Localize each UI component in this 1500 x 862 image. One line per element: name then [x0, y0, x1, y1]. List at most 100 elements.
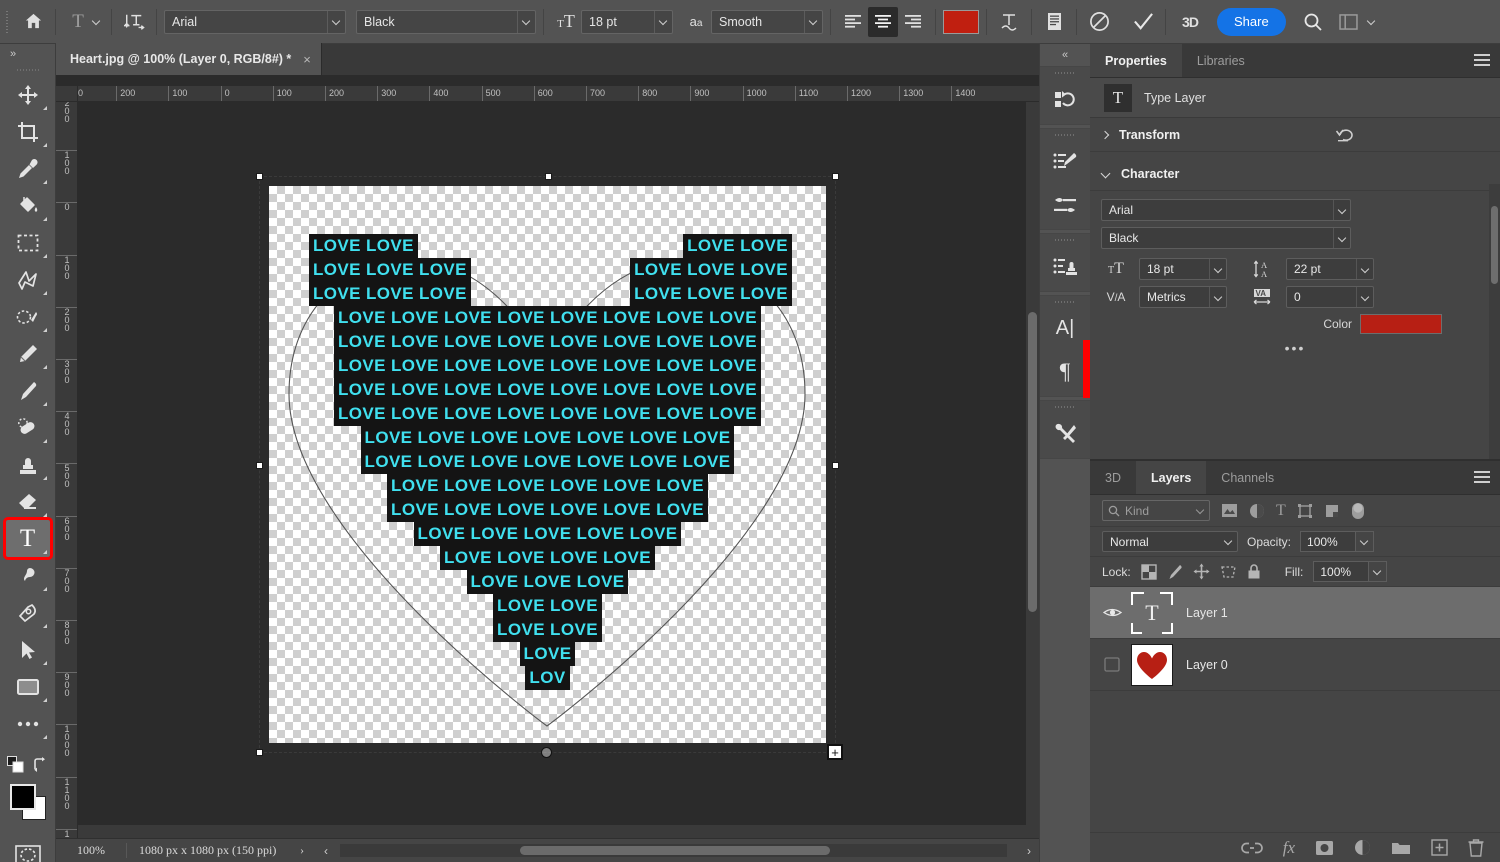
character-font-style-select[interactable]: Black	[1101, 227, 1351, 249]
chevron-down-icon[interactable]	[1333, 228, 1350, 248]
delete-layer-icon[interactable]	[1468, 838, 1484, 857]
lasso-tool[interactable]	[6, 261, 50, 298]
rectangular-marquee-tool[interactable]	[6, 224, 50, 261]
chevron-down-icon[interactable]	[1356, 287, 1373, 307]
tab-properties[interactable]: Properties	[1090, 44, 1182, 77]
font-family-select[interactable]: Arial	[164, 9, 346, 34]
3d-button[interactable]: 3D	[1173, 7, 1207, 37]
character-font-family-select[interactable]: Arial	[1101, 199, 1351, 221]
transform-center-point[interactable]	[541, 747, 552, 758]
canvas-vertical-scrollbar[interactable]	[1026, 102, 1039, 838]
history-icon[interactable]	[1043, 78, 1087, 121]
type-tool[interactable]: T	[2, 517, 53, 560]
document-dimensions[interactable]: 1080 px x 1080 px (150 ppi) ›	[126, 843, 316, 858]
scrollbar-thumb[interactable]	[520, 846, 830, 855]
type-tool-icon[interactable]: T	[63, 7, 93, 37]
lock-all-icon[interactable]	[1247, 563, 1261, 580]
filter-smart-object-icon[interactable]	[1324, 503, 1340, 519]
wrench-screwdriver-icon[interactable]	[1043, 412, 1087, 455]
chevron-down-icon[interactable]	[1220, 532, 1237, 551]
transform-handle[interactable]	[832, 173, 839, 180]
rail-grip[interactable]	[1040, 296, 1090, 307]
chevron-right-icon[interactable]: ›	[300, 843, 304, 858]
chevron-down-icon[interactable]	[1209, 259, 1226, 279]
align-left-icon[interactable]	[838, 7, 868, 37]
blend-mode-select[interactable]: Normal	[1102, 531, 1238, 552]
fill-value[interactable]: 100%	[1313, 561, 1370, 582]
font-style-select[interactable]: Black	[356, 9, 536, 34]
transform-handle[interactable]	[256, 462, 263, 469]
object-selection-tool[interactable]	[6, 298, 50, 335]
chevron-down-icon[interactable]	[654, 10, 672, 33]
filter-toggle-icon[interactable]	[1351, 502, 1365, 520]
more-tools-ellipsis-icon[interactable]	[6, 705, 50, 742]
chevron-down-icon[interactable]	[804, 10, 822, 33]
panel-menu-icon[interactable]	[1474, 54, 1490, 67]
presets-sliders-icon[interactable]	[1043, 183, 1087, 226]
paragraph-pilcrow-icon[interactable]: ¶	[1043, 350, 1087, 393]
crop-tool[interactable]	[6, 113, 50, 150]
toolbar-expand-button[interactable]: »	[0, 44, 55, 64]
chevron-down-icon[interactable]	[517, 10, 535, 33]
link-layers-icon[interactable]	[1240, 841, 1263, 855]
rail-collapse-button[interactable]: «	[1040, 44, 1090, 66]
commit-icon[interactable]	[1128, 7, 1158, 37]
home-icon[interactable]	[18, 7, 48, 37]
status-scrollbar[interactable]	[340, 844, 1007, 857]
text-color-swatch[interactable]	[943, 9, 979, 34]
gradient-tool[interactable]	[6, 335, 50, 372]
lock-position-icon[interactable]	[1193, 563, 1210, 580]
text-orientation-icon[interactable]	[119, 7, 149, 37]
chevron-down-icon[interactable]	[1333, 200, 1350, 220]
search-icon[interactable]	[1298, 7, 1328, 37]
close-icon[interactable]: ×	[303, 52, 311, 67]
layer-row-layer-0[interactable]: Layer 0	[1090, 639, 1500, 691]
character-A-icon[interactable]: A|	[1043, 307, 1087, 350]
chevron-left-icon[interactable]: ‹	[324, 844, 328, 858]
transform-handle[interactable]	[256, 173, 263, 180]
layer-row-layer-1[interactable]: T Layer 1	[1090, 587, 1500, 639]
zoom-level[interactable]: 100%	[56, 843, 126, 858]
align-center-icon[interactable]	[868, 6, 898, 37]
adjustments-brush-icon[interactable]	[1043, 140, 1087, 183]
rail-grip[interactable]	[1040, 67, 1090, 78]
properties-scrollbar[interactable]	[1489, 184, 1500, 459]
opacity-chevron-down-icon[interactable]	[1356, 531, 1375, 552]
filter-type-icon[interactable]: T	[1276, 502, 1286, 520]
swap-colors-icon[interactable]	[33, 756, 48, 772]
filter-shape-icon[interactable]	[1297, 503, 1313, 519]
canvas-horizontal-scrollbar[interactable]	[78, 825, 1026, 838]
layer-style-fx-icon[interactable]: fx	[1283, 838, 1295, 858]
chevron-down-icon[interactable]	[1356, 259, 1373, 279]
foreground-color-swatch[interactable]	[9, 784, 36, 810]
lock-artboard-icon[interactable]	[1220, 564, 1237, 580]
new-layer-icon[interactable]	[1431, 839, 1448, 856]
love-text-block[interactable]: LOVE LOVE LOVE LOVE LOVE LOVE LOVE LOVE LOV…	[269, 186, 826, 743]
rectangle-shape-tool[interactable]	[6, 668, 50, 705]
quick-mask-icon[interactable]	[6, 836, 50, 862]
character-more-options-button[interactable]: •••	[1101, 334, 1489, 364]
toolbar-grip[interactable]	[0, 64, 55, 76]
workspace-chevron-down-icon[interactable]	[1368, 18, 1375, 25]
chevron-right-icon-2[interactable]: ›	[1027, 844, 1031, 858]
transform-handle[interactable]	[256, 749, 263, 756]
chevron-down-icon[interactable]	[1209, 287, 1226, 307]
move-tool[interactable]	[6, 76, 50, 113]
rail-grip[interactable]	[1040, 401, 1090, 412]
layer-visibility-toggle[interactable]	[1094, 606, 1130, 619]
chevron-down-icon[interactable]	[1197, 507, 1204, 514]
share-button[interactable]: Share	[1217, 7, 1286, 36]
layer-visibility-toggle[interactable]	[1094, 657, 1130, 672]
tab-channels[interactable]: Channels	[1206, 461, 1289, 494]
chevron-right-icon[interactable]	[1101, 131, 1109, 139]
warp-text-icon[interactable]	[994, 7, 1024, 37]
tab-3d[interactable]: 3D	[1090, 461, 1136, 494]
opacity-value[interactable]: 100%	[1300, 531, 1357, 552]
layer-thumbnail[interactable]: T	[1130, 591, 1174, 635]
document-tab-heart[interactable]: Heart.jpg @ 100% (Layer 0, RGB/8#) * ×	[56, 43, 322, 75]
eyedropper-tool[interactable]	[6, 150, 50, 187]
lock-transparency-icon[interactable]	[1140, 563, 1157, 580]
panel-menu-icon[interactable]	[1474, 471, 1490, 484]
default-colors-icon[interactable]	[7, 755, 24, 773]
add-mask-icon[interactable]	[1315, 840, 1334, 856]
